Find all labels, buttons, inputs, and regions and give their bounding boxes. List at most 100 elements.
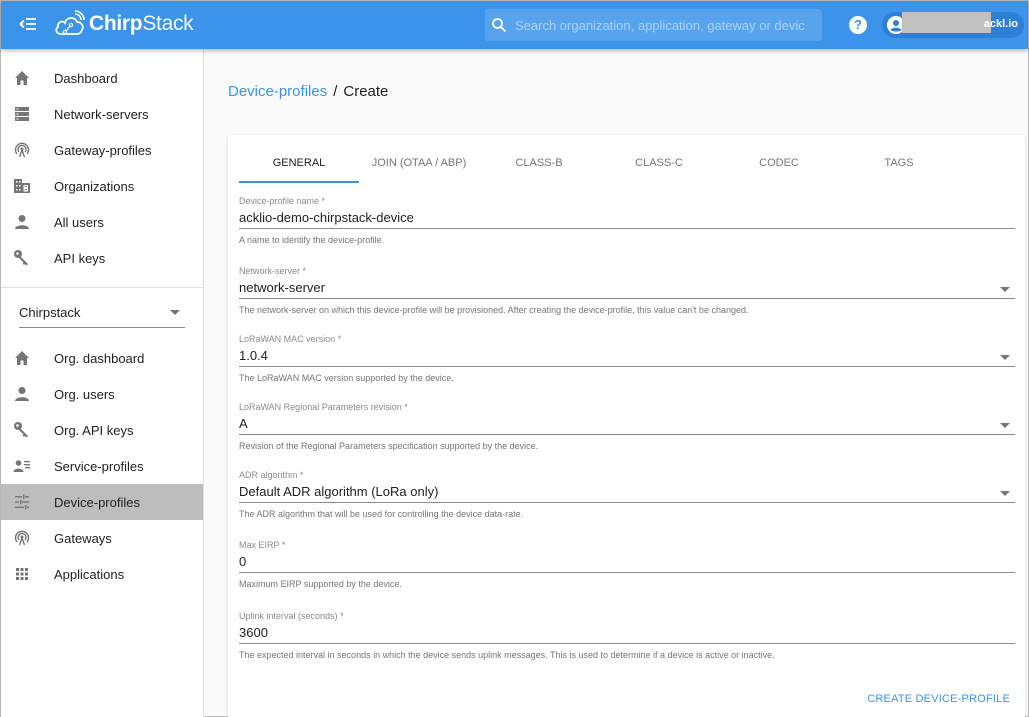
sidebar-item-label: Service-profiles (54, 458, 144, 474)
field-label: LoRaWAN Regional Parameters revision * (239, 402, 408, 412)
sidebar-item-label: Network-servers (54, 106, 149, 122)
tab-join[interactable]: Join (OTAA / ABP) (359, 147, 479, 183)
device-profile-form-card: General Join (OTAA / ABP) Class-B Class-… (228, 135, 1025, 717)
home-icon (15, 71, 29, 85)
regional-parameters-select[interactable]: A (239, 415, 1015, 435)
chevron-down-icon (1000, 355, 1010, 360)
organization-selector[interactable]: Chirpstack (19, 299, 185, 328)
regional-parameters-field: LoRaWAN Regional Parameters revision * A… (239, 402, 1015, 451)
antenna-icon (14, 142, 30, 158)
sidebar-item-label: All users (54, 214, 104, 230)
field-help-text: Maximum EIRP supported by the device. (239, 579, 402, 589)
sidebar: Dashboard Network-servers Gateway-profil… (1, 49, 204, 717)
home-icon (15, 351, 29, 365)
sidebar-item-organizations[interactable]: Organizations (1, 168, 203, 204)
organization-selector-value: Chirpstack (19, 305, 81, 320)
brand-name: ChirpStack (89, 12, 194, 35)
field-help-text: The network-server on which this device-… (239, 305, 749, 315)
sidebar-item-label: Org. API keys (54, 422, 134, 438)
adr-algorithm-select[interactable]: Default ADR algorithm (LoRa only) (239, 483, 1015, 503)
tab-general[interactable]: General (239, 147, 359, 183)
sidebar-item-dashboard[interactable]: Dashboard (1, 60, 203, 96)
sidebar-item-service-profiles[interactable]: Service-profiles (1, 448, 203, 484)
sidebar-item-label: Org. dashboard (54, 350, 145, 366)
breadcrumb-current: Create (343, 83, 389, 100)
tab-class-b[interactable]: Class-B (479, 147, 599, 183)
tab-class-c[interactable]: Class-C (599, 147, 719, 183)
sidebar-item-network-servers[interactable]: Network-servers (1, 96, 203, 132)
sidebar-divider (1, 287, 203, 288)
select-value: A (239, 416, 248, 431)
sidebar-item-gateways[interactable]: Gateways (1, 520, 203, 556)
sidebar-item-label: Applications (54, 566, 125, 582)
server-icon (15, 107, 29, 121)
chirpstack-logo[interactable]: ChirpStack (53, 9, 194, 39)
org-nav: Org. dashboard Org. users Org. API keys … (1, 328, 203, 592)
field-help-text: Revision of the Regional Parameters spec… (239, 441, 539, 451)
uplink-interval-input[interactable]: 3600 (239, 624, 1015, 644)
cloud-icon (55, 10, 85, 35)
field-label: Uplink interval (seconds) * (239, 611, 344, 621)
sidebar-item-gateway-profiles[interactable]: Gateway-profiles (1, 132, 203, 168)
field-label: Max EIRP * (239, 540, 286, 550)
antenna-icon (14, 530, 30, 546)
key-icon (14, 250, 28, 266)
sidebar-item-label: API keys (54, 250, 106, 266)
sidebar-item-label: Dashboard (54, 70, 118, 86)
chevron-down-icon (170, 310, 180, 315)
chevron-down-icon (1000, 423, 1010, 428)
sidebar-item-org-api-keys[interactable]: Org. API keys (1, 412, 203, 448)
device-profile-name-input[interactable]: acklio-demo-chirpstack-device (239, 209, 1015, 229)
breadcrumb-device-profiles-link[interactable]: Device-profiles (228, 83, 327, 100)
tune-icon (15, 494, 29, 510)
breadcrumb-separator: / (333, 83, 338, 100)
sidebar-item-applications[interactable]: Applications (1, 556, 203, 592)
field-label: ADR algorithm * (239, 470, 304, 480)
select-value: 1.0.4 (239, 348, 268, 363)
sidebar-item-device-profiles[interactable]: Device-profiles (1, 484, 203, 520)
sidebar-item-api-keys[interactable]: API keys (1, 240, 203, 276)
menu-open-icon[interactable] (17, 15, 39, 35)
user-email: ackl.io (983, 18, 1018, 30)
field-label: Network-server * (239, 266, 307, 276)
sidebar-item-label: Organizations (54, 178, 135, 194)
search-input[interactable] (515, 17, 805, 33)
select-value: network-server (239, 280, 325, 295)
tab-bar: General Join (OTAA / ABP) Class-B Class-… (239, 147, 959, 183)
sidebar-item-all-users[interactable]: All users (1, 204, 203, 240)
tab-tags[interactable]: Tags (839, 147, 959, 183)
mac-version-select[interactable]: 1.0.4 (239, 347, 1015, 367)
device-profile-name-field: Device-profile name * acklio-demo-chirps… (239, 196, 1015, 245)
uplink-interval-field: Uplink interval (seconds) * 3600 The exp… (239, 611, 1015, 660)
adr-algorithm-field: ADR algorithm * Default ADR algorithm (L… (239, 470, 1015, 519)
max-eirp-field: Max EIRP * 0 Maximum EIRP supported by t… (239, 540, 1015, 589)
sidebar-item-label: Device-profiles (54, 494, 140, 510)
max-eirp-input[interactable]: 0 (239, 553, 1015, 573)
field-help-text: The ADR algorithm that will be used for … (239, 509, 524, 519)
tab-codec[interactable]: Codec (719, 147, 839, 183)
admin-nav: Dashboard Network-servers Gateway-profil… (1, 49, 203, 276)
help-icon[interactable]: ? (849, 16, 867, 34)
key-icon (14, 422, 28, 438)
global-search[interactable] (485, 9, 822, 41)
person-icon (15, 387, 29, 401)
building-icon (14, 179, 30, 193)
select-value: Default ADR algorithm (LoRa only) (239, 484, 439, 499)
breadcrumb: Device-profiles / Create (228, 83, 388, 100)
user-menu-button[interactable]: ackl.io (882, 12, 1024, 38)
person-icon (15, 215, 29, 229)
field-help-text: The expected interval in seconds in whic… (239, 650, 775, 660)
network-server-select[interactable]: network-server (239, 279, 1015, 299)
apps-grid-icon (16, 568, 28, 580)
network-server-field: Network-server * network-server The netw… (239, 266, 1015, 315)
sidebar-item-label: Org. users (54, 386, 115, 402)
top-app-bar: ChirpStack ? ackl.io (1, 1, 1028, 49)
mac-version-field: LoRaWAN MAC version * 1.0.4 The LoRaWAN … (239, 334, 1015, 383)
chevron-down-icon (1000, 491, 1010, 496)
field-label: Device-profile name * (239, 196, 326, 206)
sidebar-item-org-users[interactable]: Org. users (1, 376, 203, 412)
redacted-username (902, 12, 991, 33)
sidebar-item-org-dashboard[interactable]: Org. dashboard (1, 340, 203, 376)
create-device-profile-button[interactable]: Create device-profile (867, 693, 1010, 705)
field-help-text: The LoRaWAN MAC version supported by the… (239, 373, 454, 383)
